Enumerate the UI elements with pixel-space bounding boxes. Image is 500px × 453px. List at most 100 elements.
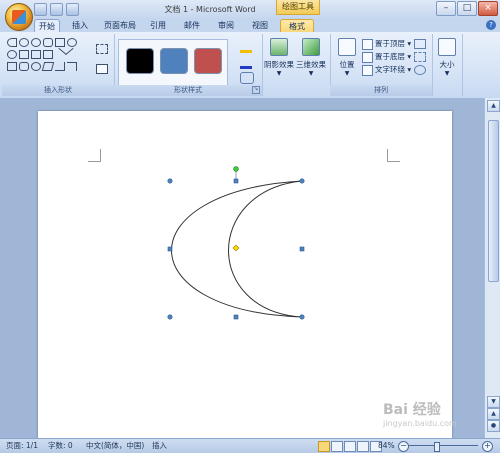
- curved-connector-icon[interactable]: [67, 62, 77, 71]
- group-icon[interactable]: [414, 52, 426, 62]
- triangle-shape-icon[interactable]: [19, 50, 29, 59]
- position-icon: [338, 38, 356, 56]
- print-layout-view-icon[interactable]: [318, 441, 330, 452]
- outline-color-icon[interactable]: [240, 56, 252, 69]
- document-workspace: [0, 98, 484, 438]
- scroll-up-button[interactable]: ▲: [487, 100, 500, 112]
- tab-review[interactable]: 审阅: [214, 19, 238, 32]
- change-shape-icon[interactable]: [240, 72, 254, 84]
- page-count[interactable]: 页面: 1/1: [6, 439, 38, 453]
- threed-effect-button[interactable]: 三维效果 ▼: [296, 38, 326, 77]
- help-icon[interactable]: ?: [486, 20, 496, 30]
- threed-effect-label: 三维效果: [296, 60, 326, 69]
- handle-top-left[interactable]: [167, 178, 173, 184]
- status-bar: 页面: 1/1 字数: 0 中文(简体，中国) 插入 84% − +: [0, 438, 500, 453]
- parallelogram-shape-icon[interactable]: [41, 62, 55, 71]
- tab-insert[interactable]: 插入: [68, 19, 92, 32]
- group-shape-styles: 形状样式 ↘: [114, 34, 263, 96]
- style-swatch-black[interactable]: [126, 48, 154, 74]
- size-icon: [438, 38, 456, 56]
- frame-shape-icon[interactable]: [43, 50, 53, 59]
- moon-shape-canvas: [167, 166, 305, 320]
- tab-format[interactable]: 格式: [280, 19, 314, 33]
- rotation-handle[interactable]: [233, 166, 239, 172]
- dialog-launcher-icon[interactable]: ↘: [252, 86, 260, 94]
- group-size: 大小 ▼: [432, 34, 463, 96]
- smiley-shape-icon[interactable]: [19, 38, 29, 47]
- close-button[interactable]: ×: [478, 1, 498, 16]
- gear-shape-icon[interactable]: [67, 38, 77, 47]
- tab-page-layout[interactable]: 页面布局: [102, 19, 138, 32]
- handle-bottom[interactable]: [233, 314, 239, 320]
- bring-front-label: 置于顶层: [375, 39, 405, 48]
- dropdown-arrow-icon: ▼: [444, 70, 450, 77]
- language-indicator[interactable]: 中文(简体，中国): [86, 439, 144, 453]
- bring-to-front-button[interactable]: 置于顶层 ▾: [362, 38, 411, 50]
- square-shape-icon[interactable]: [7, 62, 17, 71]
- office-button[interactable]: [5, 3, 33, 31]
- position-label: 位置: [339, 60, 355, 69]
- style-swatch-red[interactable]: [194, 48, 222, 74]
- document-page[interactable]: [38, 111, 452, 438]
- scroll-thumb[interactable]: [488, 120, 499, 282]
- zoom-level[interactable]: 84%: [378, 439, 395, 453]
- zoom-in-button[interactable]: +: [482, 441, 493, 452]
- style-swatch-blue[interactable]: [160, 48, 188, 74]
- zoom-out-button[interactable]: −: [398, 441, 409, 452]
- edit-shape-icon[interactable]: [96, 44, 108, 54]
- dropdown-arrow-icon: ▼: [344, 70, 350, 77]
- size-button[interactable]: 大小 ▼: [432, 38, 462, 77]
- maximize-button[interactable]: □: [457, 1, 477, 16]
- circle-shape-icon[interactable]: [7, 50, 17, 59]
- full-screen-view-icon[interactable]: [331, 441, 343, 452]
- rectangle-shape-icon[interactable]: [31, 50, 41, 59]
- text-box-icon[interactable]: [96, 64, 108, 74]
- align-icon[interactable]: [414, 39, 426, 49]
- tab-view[interactable]: 视图: [248, 19, 272, 32]
- group-label-shape-styles: 形状样式: [114, 85, 262, 96]
- tab-references[interactable]: 引用: [146, 19, 170, 32]
- handle-bottom-right[interactable]: [299, 314, 305, 320]
- oval-shape-icon[interactable]: [31, 62, 41, 71]
- zoom-slider[interactable]: [408, 445, 478, 446]
- scroll-down-button[interactable]: ▼: [487, 396, 500, 408]
- handle-right[interactable]: [299, 246, 305, 252]
- window-controls: – □ ×: [436, 1, 498, 16]
- rounded-rect-shape-icon[interactable]: [19, 62, 29, 71]
- dropdown-arrow-icon: ▼: [276, 70, 282, 77]
- handle-bottom-left[interactable]: [167, 314, 173, 320]
- window-title: 文档 1 - Microsoft Word: [164, 5, 256, 14]
- send-to-back-button[interactable]: 置于底层 ▾: [362, 51, 411, 63]
- handle-top-right[interactable]: [299, 178, 305, 184]
- outline-view-icon[interactable]: [357, 441, 369, 452]
- donut-shape-icon[interactable]: [31, 38, 41, 47]
- web-layout-view-icon[interactable]: [344, 441, 356, 452]
- dropdown-arrow-icon: ▼: [308, 70, 314, 77]
- watermark-main: Bai 经验: [383, 402, 441, 418]
- position-button[interactable]: 位置 ▼: [332, 38, 362, 77]
- word-count[interactable]: 字数: 0: [48, 439, 73, 453]
- adjustment-handle[interactable]: [232, 244, 240, 252]
- previous-page-button[interactable]: ▲: [487, 408, 500, 420]
- zoom-slider-thumb[interactable]: [434, 442, 440, 452]
- drawing-tools-label: 绘图工具: [276, 0, 320, 15]
- insert-mode[interactable]: 插入: [152, 439, 167, 453]
- shadow-effect-button[interactable]: 阴影效果 ▼: [264, 38, 294, 77]
- fill-color-icon[interactable]: [240, 40, 252, 53]
- group-insert-shapes: 插入形状: [2, 34, 115, 96]
- text-wrap-button[interactable]: 文字环绕 ▾: [362, 64, 411, 76]
- elbow-connector-icon[interactable]: [55, 62, 65, 71]
- minimize-button[interactable]: –: [436, 1, 456, 16]
- rotate-icon[interactable]: [414, 65, 426, 75]
- vertical-scrollbar[interactable]: ▲ ▼ ▲ ●: [484, 98, 500, 438]
- moon-shape-icon[interactable]: [7, 38, 17, 47]
- handle-top[interactable]: [233, 178, 239, 184]
- title-bar: 文档 1 - Microsoft Word 绘图工具 – □ ×: [0, 0, 500, 31]
- arrow-shape-icon[interactable]: [65, 47, 79, 62]
- tab-home[interactable]: 开始: [34, 19, 60, 33]
- bracket-shape-icon[interactable]: [43, 38, 53, 47]
- handle-left[interactable]: [167, 246, 173, 252]
- pentagon-shape-icon[interactable]: [55, 38, 65, 47]
- tab-mailings[interactable]: 邮件: [180, 19, 204, 32]
- select-browse-object-button[interactable]: ●: [487, 420, 500, 432]
